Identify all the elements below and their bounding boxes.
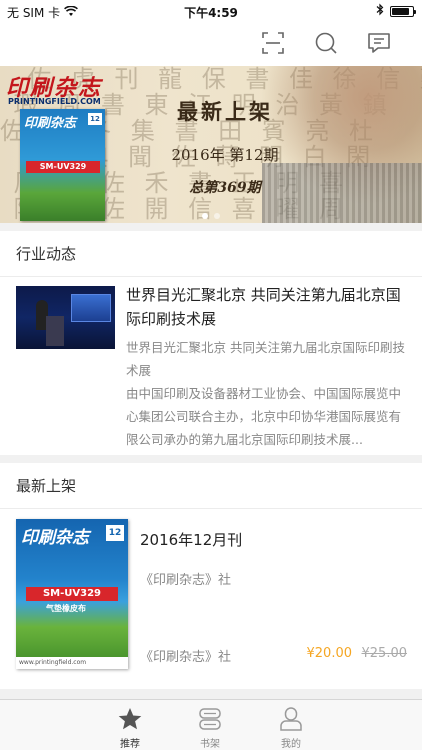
banner-issue: 2016年 第12期 (171, 146, 279, 164)
news-description: 世界目光汇聚北京 共同关注第九届北京国际印刷技术展 由中国印刷及设备器材工业协会… (126, 340, 405, 447)
banner-headline: 最新上架 (177, 99, 273, 124)
latest-section-title: 最新上架 (0, 463, 422, 509)
search-icon[interactable] (313, 30, 339, 56)
book-cover-subtitle: 气垫橡皮布 (46, 604, 86, 613)
banner-magazine-badge: SM-UV329 (26, 161, 100, 173)
thumb-podium (46, 316, 64, 346)
bookshelf-icon (180, 706, 240, 732)
book-cover-badge: SM-UV329 (26, 587, 118, 601)
bluetooth-icon (376, 3, 384, 19)
tab-bar: 推荐 书架 我的 (0, 699, 422, 750)
battery-fill (392, 7, 409, 15)
battery-icon (390, 5, 416, 17)
user-icon (261, 706, 321, 732)
book-publisher-bottom: 《印刷杂志》社 (140, 650, 232, 665)
book-cover: 印刷杂志 12 SM-UV329 气垫橡皮布 www.printingfield… (16, 519, 128, 669)
book-publisher: 《印刷杂志》社 (140, 573, 232, 588)
status-right (376, 3, 416, 19)
latest-section: 最新上架 印刷杂志 12 SM-UV329 气垫橡皮布 www.printing… (0, 463, 422, 689)
book-title: 2016年12月刊 (140, 531, 243, 549)
tab-recommend[interactable]: 推荐 (100, 706, 160, 750)
status-bar: 无 SIM 卡 下午4:59 (0, 0, 422, 22)
page-dot[interactable] (202, 213, 208, 219)
book-cover-footer: www.printingfield.com (16, 657, 128, 669)
nav-bar (0, 22, 422, 66)
banner-total: 总第369期 (189, 180, 261, 196)
book-cover-title: 印刷杂志 (21, 528, 89, 548)
tab-mine[interactable]: 我的 (261, 706, 321, 750)
book-old-price: ¥25.00 (361, 646, 408, 661)
news-section-title: 行业动态 (0, 231, 422, 277)
tab-mine-label: 我的 (281, 739, 301, 750)
tab-recommend-label: 推荐 (120, 739, 140, 750)
book-price: ¥20.00 (306, 646, 353, 661)
tab-bookshelf-label: 书架 (200, 739, 220, 750)
status-time: 下午4:59 (184, 6, 238, 20)
news-thumbnail (16, 286, 115, 349)
book-cover-issue: 12 (106, 525, 124, 541)
star-icon (100, 706, 160, 732)
thumb-screen (71, 294, 111, 322)
promo-banner[interactable]: 佐 虎 刊 龍 保 書 佳 徐 信 勤 瑕 周 書 東 江 明 治 黃 鎮 佐 … (0, 66, 422, 223)
news-section: 行业动态 世界目光汇聚北京 共同关注第九届北京国际印刷技术展 世界目光汇聚北京 … (0, 231, 422, 455)
banner-text: 最新上架 2016年 第12期 总第369期 (150, 96, 300, 197)
banner-magazine-cover: 印刷杂志 12 SM-UV329 (20, 109, 105, 221)
banner-magazine-issue: 12 (88, 113, 102, 125)
news-title: 世界目光汇聚北京 共同关注第九届北京国际印刷技术展 (126, 286, 401, 328)
page-indicator (0, 213, 422, 219)
message-icon[interactable] (366, 30, 392, 56)
banner-magazine-title: 印刷杂志 (24, 116, 77, 131)
page-dot[interactable] (214, 213, 220, 219)
tab-bookshelf[interactable]: 书架 (180, 706, 240, 750)
scan-icon[interactable] (260, 30, 286, 56)
banner-logo-url: PRINTINGFIELD.COM (8, 97, 101, 106)
